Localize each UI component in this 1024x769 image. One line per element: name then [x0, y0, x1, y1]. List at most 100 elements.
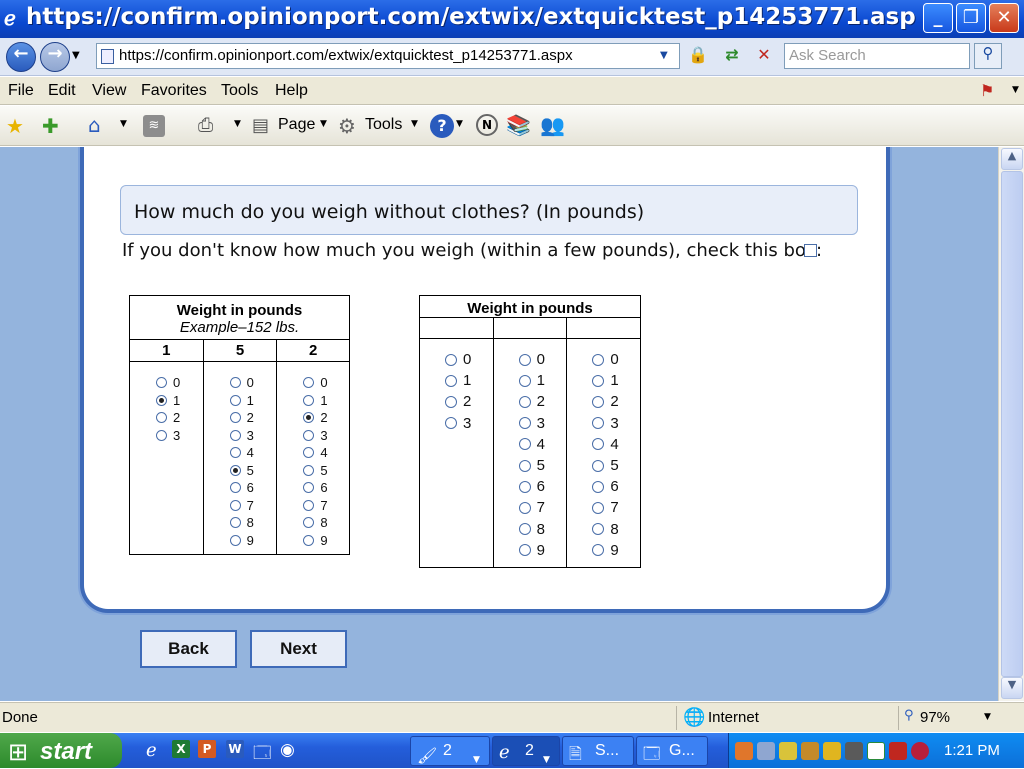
- menu-more-icon[interactable]: ▼: [1012, 85, 1019, 95]
- radio-button[interactable]: [303, 534, 315, 546]
- radio-button[interactable]: [229, 482, 241, 494]
- research-icon[interactable]: N: [476, 114, 498, 136]
- quicklaunch-folder-icon[interactable]: 🗔: [253, 740, 271, 769]
- radio-button[interactable]: [229, 447, 241, 459]
- radio-button[interactable]: [303, 464, 315, 476]
- radio-button[interactable]: [518, 523, 531, 536]
- example-tens-option[interactable]: 8: [229, 514, 277, 532]
- example-ones-option[interactable]: 5: [303, 462, 349, 480]
- radio-button[interactable]: [229, 499, 241, 511]
- add-favorites-icon[interactable]: ✚: [42, 114, 59, 138]
- radio-button[interactable]: [592, 395, 605, 408]
- answer-ones-option[interactable]: 5: [592, 455, 640, 476]
- print-dropdown-icon[interactable]: ▼: [234, 119, 241, 129]
- answer-hundreds-option[interactable]: 1: [445, 370, 493, 391]
- tools-dropdown-icon[interactable]: ▼: [411, 119, 418, 129]
- answer-tens-option[interactable]: 5: [518, 455, 567, 476]
- favorites-star-icon[interactable]: ★: [6, 114, 24, 138]
- quicklaunch-media-icon[interactable]: ◉: [280, 740, 295, 760]
- translate-icon[interactable]: ⚑: [980, 81, 994, 100]
- page-dropdown-icon[interactable]: ▼: [320, 119, 327, 129]
- answer-ones-option[interactable]: 0: [592, 349, 640, 370]
- page-menu[interactable]: Page: [278, 116, 315, 134]
- radio-button[interactable]: [303, 394, 315, 406]
- radio-button[interactable]: [518, 374, 531, 387]
- answer-tens-option[interactable]: 8: [518, 519, 567, 540]
- radio-button[interactable]: [592, 438, 605, 451]
- answer-ones-option[interactable]: 9: [592, 540, 640, 561]
- scroll-down-icon[interactable]: ▼: [1001, 677, 1023, 699]
- radio-button[interactable]: [303, 412, 315, 424]
- answer-hundreds-option[interactable]: 2: [445, 391, 493, 412]
- back-button[interactable]: Back: [140, 630, 237, 668]
- close-button[interactable]: ✕: [989, 3, 1019, 33]
- answer-tens-option[interactable]: 3: [518, 413, 567, 434]
- radio-button[interactable]: [445, 395, 457, 408]
- messenger-icon[interactable]: 👥: [540, 113, 565, 137]
- home-icon[interactable]: ⌂: [88, 113, 101, 137]
- radio-button[interactable]: [303, 517, 315, 529]
- quicklaunch-excel-icon[interactable]: X: [172, 740, 190, 758]
- radio-button[interactable]: [445, 374, 457, 387]
- back-arrow-icon[interactable]: ←: [6, 42, 36, 72]
- radio-button[interactable]: [156, 377, 167, 389]
- menu-tools[interactable]: Tools: [221, 82, 258, 100]
- tray-vc-icon[interactable]: [867, 742, 885, 760]
- answer-tens-option[interactable]: 1: [518, 370, 567, 391]
- example-ones-option[interactable]: 3: [303, 427, 349, 445]
- maximize-button[interactable]: ❐: [956, 3, 986, 33]
- example-ones-option[interactable]: 8: [303, 514, 349, 532]
- answer-tens-option[interactable]: 7: [518, 497, 567, 518]
- taskbar-item-s[interactable]: 🗎 S...: [562, 736, 634, 766]
- refresh-icon[interactable]: ⇄: [720, 44, 744, 68]
- radio-button[interactable]: [518, 480, 531, 493]
- answer-tens-option[interactable]: 0: [518, 349, 567, 370]
- example-tens-option[interactable]: 4: [229, 444, 277, 462]
- scroll-up-icon[interactable]: ▲: [1001, 148, 1023, 170]
- radio-button[interactable]: [592, 544, 605, 557]
- lock-icon[interactable]: 🔒: [686, 44, 710, 68]
- example-ones-option[interactable]: 0: [303, 374, 349, 392]
- address-dropdown-icon[interactable]: ▼: [660, 50, 668, 61]
- help-icon[interactable]: ?: [430, 114, 454, 138]
- radio-button[interactable]: [592, 523, 605, 536]
- minimize-button[interactable]: _: [923, 3, 953, 33]
- answer-ones-option[interactable]: 3: [592, 413, 640, 434]
- radio-button[interactable]: [518, 501, 531, 514]
- example-tens-option[interactable]: 9: [229, 532, 277, 550]
- radio-button[interactable]: [445, 417, 457, 430]
- radio-button[interactable]: [229, 464, 241, 476]
- window-title-bar[interactable]: ℯ https://confirm.opinionport.com/extwix…: [0, 0, 1024, 38]
- radio-button[interactable]: [518, 353, 531, 366]
- search-button[interactable]: ⚲: [974, 43, 1002, 69]
- feeds-icon[interactable]: ≋: [143, 115, 165, 137]
- taskbar-group-2[interactable]: ℯ 2 ▼: [492, 736, 560, 766]
- answer-ones-option[interactable]: 4: [592, 434, 640, 455]
- example-ones-option[interactable]: 1: [303, 392, 349, 410]
- example-tens-option[interactable]: 0: [229, 374, 277, 392]
- radio-button[interactable]: [229, 534, 241, 546]
- radio-button[interactable]: [229, 429, 241, 441]
- tray-lock-icon[interactable]: [779, 742, 797, 760]
- menu-view[interactable]: View: [92, 82, 126, 100]
- radio-button[interactable]: [518, 395, 531, 408]
- answer-ones-option[interactable]: 2: [592, 391, 640, 412]
- zoom-dropdown-icon[interactable]: ▼: [984, 712, 991, 722]
- example-tens-option[interactable]: 3: [229, 427, 277, 445]
- home-dropdown-icon[interactable]: ▼: [120, 119, 127, 129]
- answer-ones-option[interactable]: 1: [592, 370, 640, 391]
- example-tens-option[interactable]: 5: [229, 462, 277, 480]
- radio-button[interactable]: [592, 417, 605, 430]
- radio-button[interactable]: [303, 377, 315, 389]
- menu-edit[interactable]: Edit: [48, 82, 76, 100]
- tray-n-icon[interactable]: [889, 742, 907, 760]
- radio-button[interactable]: [229, 394, 241, 406]
- history-dropdown-icon[interactable]: ▼: [72, 50, 80, 61]
- stop-icon[interactable]: ✕: [752, 44, 776, 68]
- radio-button[interactable]: [592, 459, 605, 472]
- next-button[interactable]: Next: [250, 630, 347, 668]
- radio-button[interactable]: [518, 544, 531, 557]
- tray-network-icon[interactable]: [757, 742, 775, 760]
- tray-audio-icon[interactable]: [845, 742, 863, 760]
- radio-button[interactable]: [518, 438, 531, 451]
